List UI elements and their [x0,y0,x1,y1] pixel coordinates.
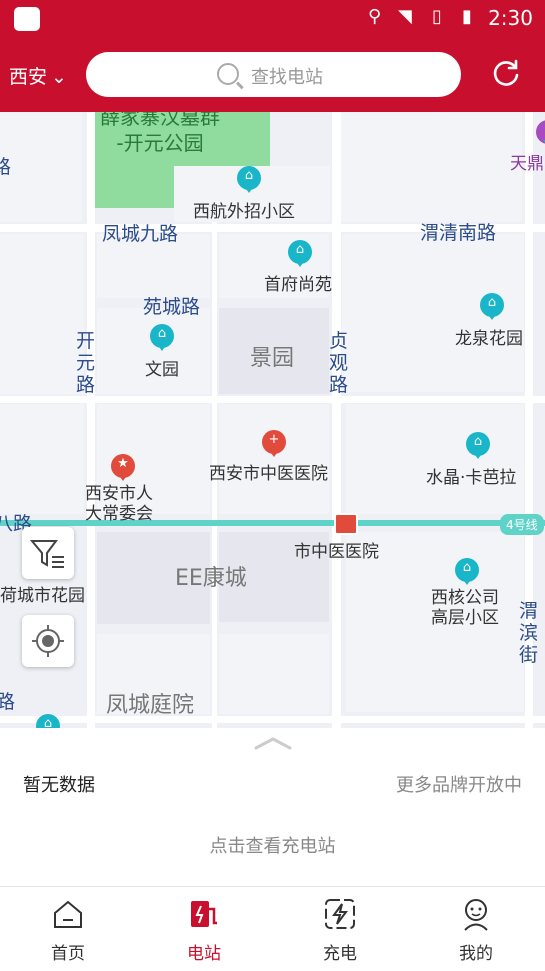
notification-icon [14,7,40,31]
road-label: 凤城九路 [102,223,179,245]
city-selector[interactable]: 西安 ⌄ [9,62,67,89]
poi-marker[interactable]: ⌂ [480,293,504,320]
crosshair-icon [32,625,64,657]
hospital-marker[interactable]: + [262,430,286,457]
tab-home[interactable]: 首页 [0,887,136,971]
road-label: 路 [0,691,16,713]
map-road [87,112,95,728]
chevron-up-icon[interactable] [254,736,292,750]
tab-label: 首页 [51,944,85,964]
area-label: 凤城庭院 [106,693,195,718]
status-time: 2:30 [488,6,533,30]
poi-marker[interactable]: ⌂ [455,558,479,585]
home-icon [54,900,82,928]
bottom-panel: 暂无数据 更多品牌开放中 点击查看充电站 [0,728,545,886]
poi-label: 荷城市花园 [0,586,85,606]
no-data-label: 暂无数据 [23,775,95,796]
poi-marker[interactable] [536,120,545,147]
tab-charge[interactable]: 充电 [272,887,408,971]
tab-profile[interactable]: 我的 [408,887,544,971]
map-road [0,396,545,403]
poi-marker[interactable]: ⌂ [237,166,261,193]
poi-label: 龙泉花园 [455,329,523,349]
metro-station-icon [334,513,358,535]
area-label: 景园 [250,346,295,371]
poi-label: 西核公司高层小区 [431,588,499,628]
tab-stations[interactable]: 电站 [136,887,272,971]
poi-label: 文园 [145,360,179,380]
search-placeholder: 查找电站 [251,67,323,88]
tab-label: 电站 [187,944,221,964]
map-road [0,716,545,723]
road-label: 开元路 [76,330,96,396]
charging-station-icon [191,901,217,927]
road-label: 贞观路 [329,330,349,396]
metro-line [0,520,545,526]
chevron-down-icon: ⌄ [51,66,67,88]
battery-icon: ▮ [462,6,472,27]
map-block [0,234,84,394]
status-bar: ⚲ ◥ ▯ ▮ 2:30 [0,0,545,38]
poi-label: 西航外招小区 [193,202,295,222]
road-label: 渭清南路 [420,222,497,244]
filter-button[interactable] [22,527,74,579]
wifi-icon: ◥ [398,6,412,27]
map-block [0,112,82,222]
map-block [97,308,210,394]
area-label: EE康城 [175,566,247,591]
poi-label: 水晶·卡芭拉 [426,468,517,488]
metro-line-tag: 4号线 [500,514,544,535]
search-icon [217,63,239,85]
tab-bar: 首页 电站 充电 我的 [0,886,545,971]
locate-button[interactable] [22,615,74,667]
charge-bolt-icon [325,899,355,929]
poi-marker[interactable]: ⌂ [36,714,60,728]
poi-label: 西安市人大常委会 [85,484,153,524]
city-label: 西安 [9,66,48,88]
view-stations-link[interactable]: 点击查看充电站 [0,832,545,858]
search-input[interactable]: 查找电站 [86,52,461,97]
road-label: 路 [0,156,12,178]
tab-label: 充电 [323,944,357,964]
header: 西安 ⌄ 查找电站 [0,38,545,112]
location-icon: ⚲ [368,6,382,27]
refresh-icon[interactable] [491,58,521,88]
map-block [0,404,84,514]
more-brands-label: 更多品牌开放中 [396,775,522,796]
filter-icon [29,540,64,568]
tab-label: 我的 [459,944,493,964]
poi-label: 天鼎 [510,154,544,174]
poi-marker[interactable]: ⌂ [466,432,490,459]
poi-label: 西安市中医医院 [209,464,328,484]
no-sim-icon: ▯ [432,6,442,27]
poi-marker[interactable]: ⌂ [150,324,174,351]
poi-marker[interactable]: ★ [111,454,135,481]
metro-station-label: 市中医医院 [294,542,379,562]
map-block [337,112,522,222]
profile-icon [464,899,488,931]
road-label: 渭滨街 [519,600,539,666]
map-block [219,634,329,714]
poi-marker[interactable]: ⌂ [288,240,312,267]
map-road [332,112,341,728]
poi-label: 首府尚苑 [264,275,332,295]
map-block [346,404,524,514]
road-label: 苑城路 [143,296,201,318]
park-label: 薛家寨汉墓群 -开元公园 [100,112,220,155]
map-view[interactable]: 4号线 薛家寨汉墓群 -开元公园 路 天鼎 ⌂ 西航外招小区 凤城九路 渭清南路… [0,112,545,728]
